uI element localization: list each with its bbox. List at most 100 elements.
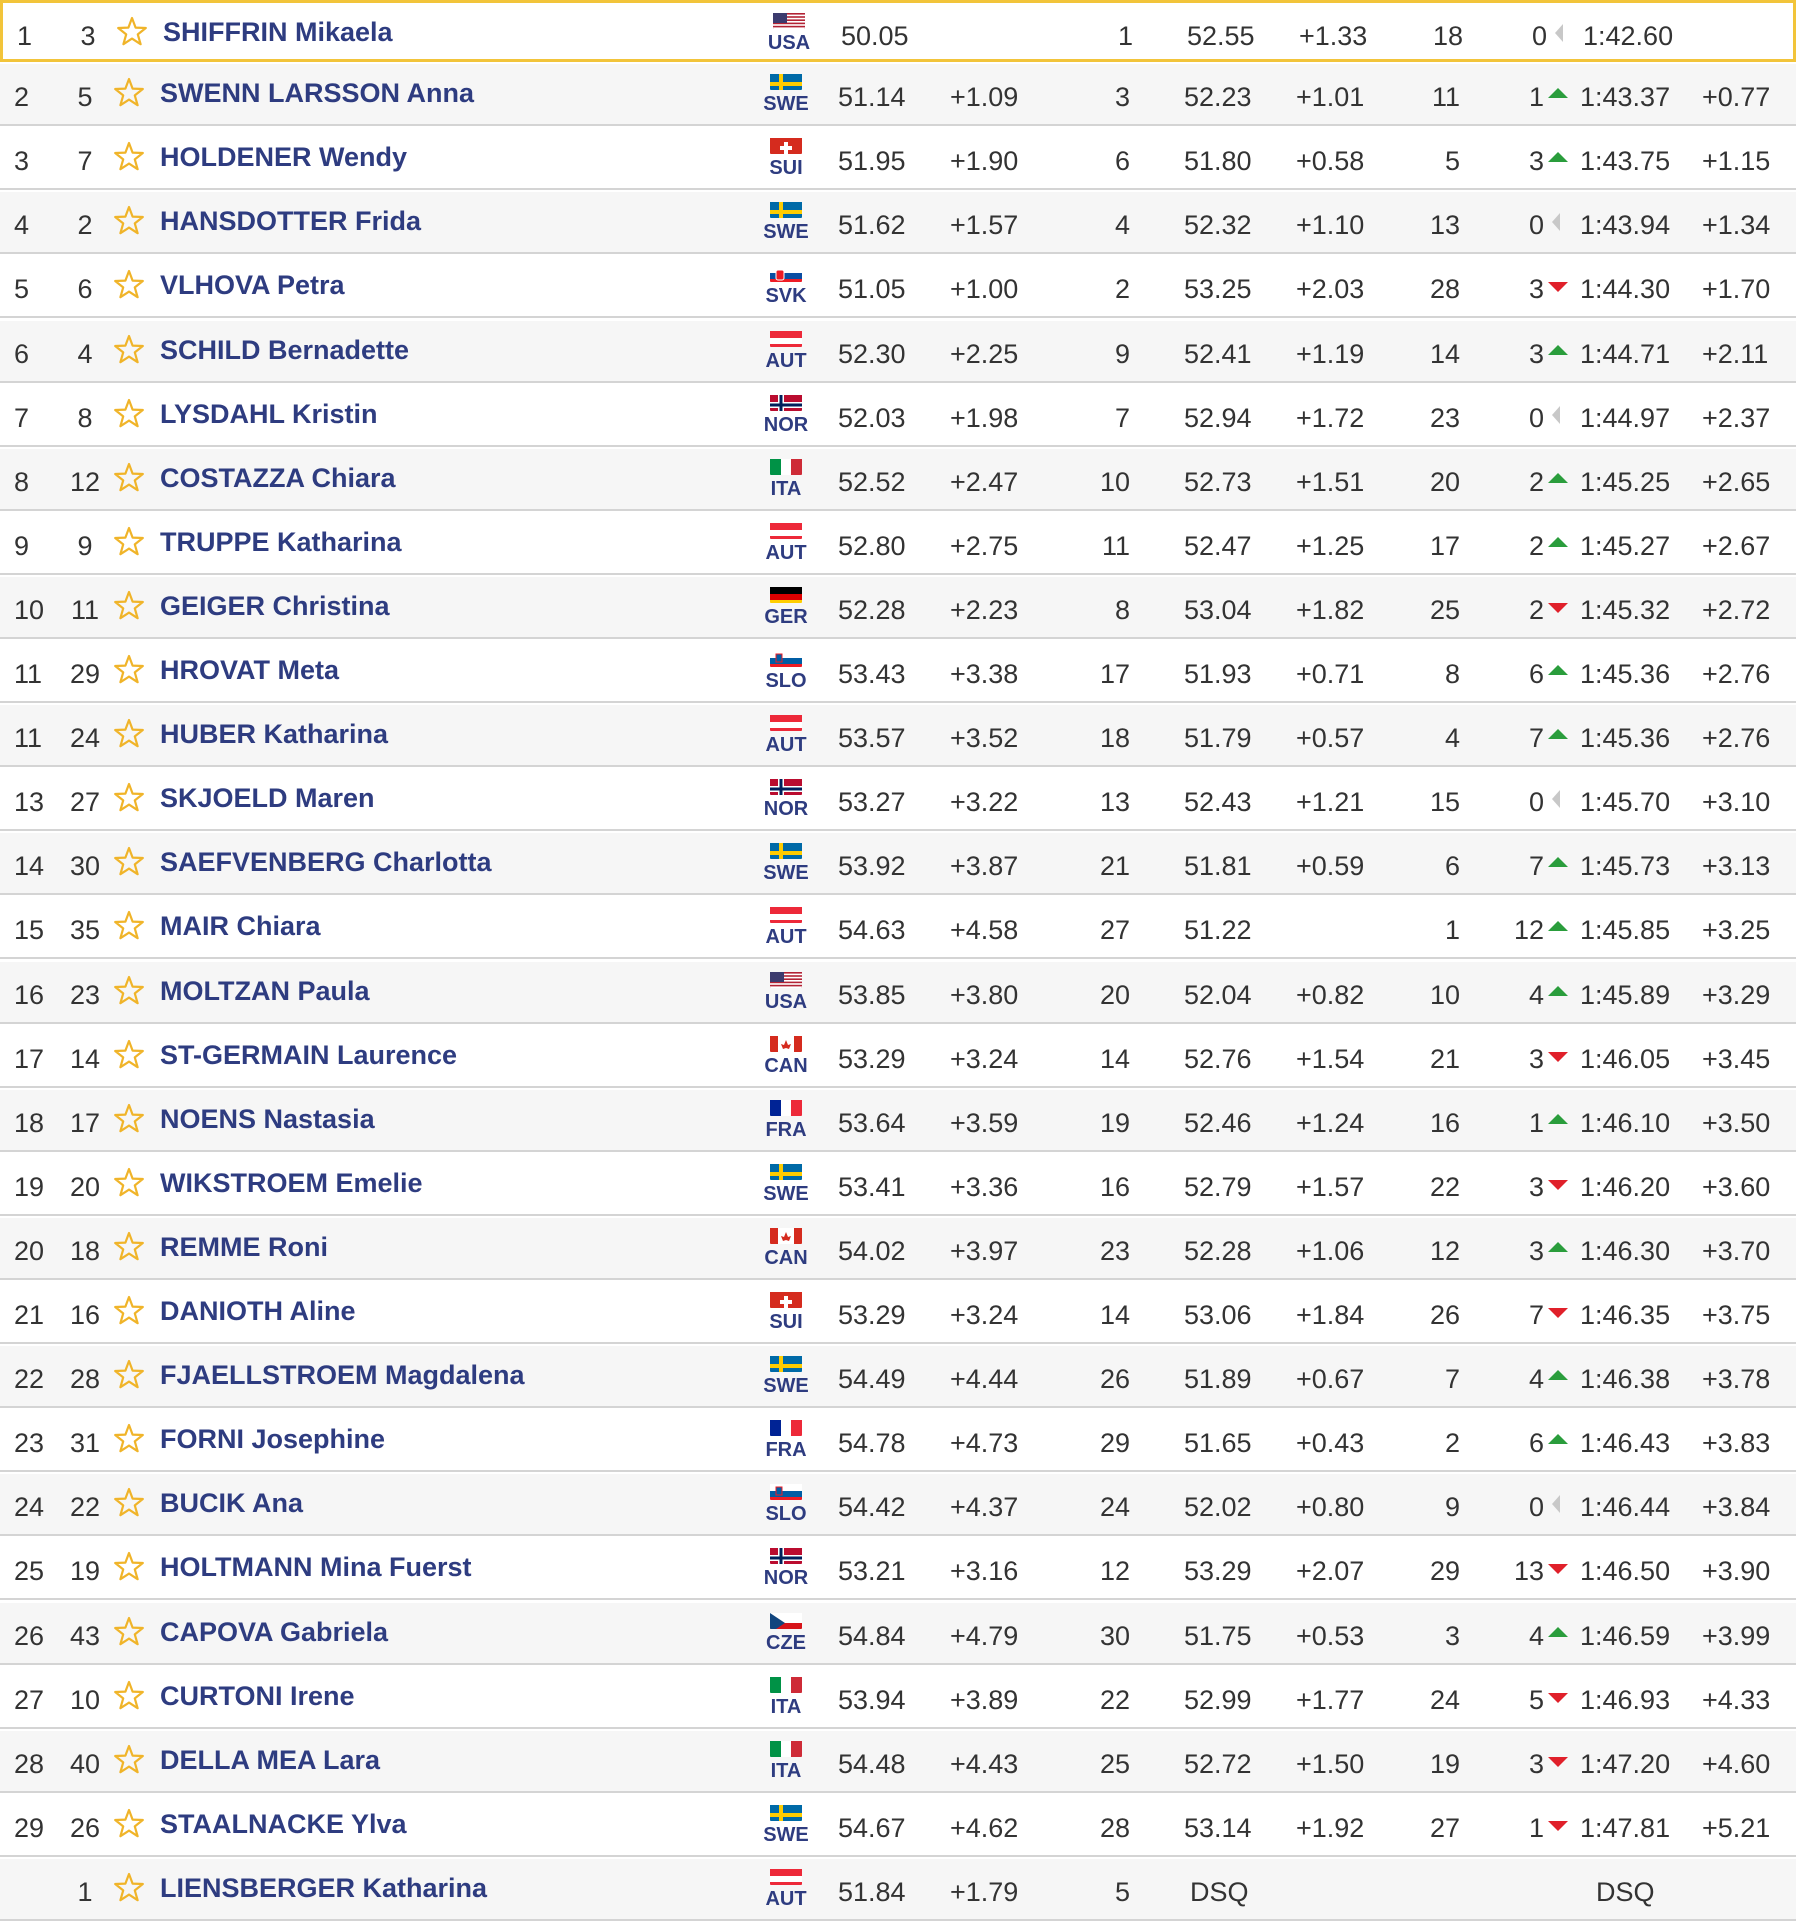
table-row[interactable]: 11 24 HUBER Katharina AUT 53.57 +3.52 18 51.79 +… (0, 705, 1796, 768)
star-icon[interactable] (112, 653, 146, 687)
star-icon[interactable] (112, 781, 146, 815)
athlete-name-link[interactable]: VLHOVA Petra (160, 256, 345, 318)
star-icon[interactable] (112, 1486, 146, 1520)
athlete-name-link[interactable]: FJAELLSTROEM Magdalena (160, 1346, 525, 1408)
athlete-name-link[interactable]: HROVAT Meta (160, 641, 339, 703)
star-icon[interactable] (112, 1358, 146, 1392)
star-icon[interactable] (112, 1743, 146, 1777)
star-icon[interactable] (112, 1679, 146, 1713)
star-icon[interactable] (112, 1166, 146, 1200)
star-icon[interactable] (112, 76, 146, 110)
athlete-name-link[interactable]: MAIR Chiara (160, 897, 321, 959)
star-icon[interactable] (112, 845, 146, 879)
table-row[interactable]: 26 43 CAPOVA Gabriela CZE 54.84 +4.79 30 51.75 +… (0, 1602, 1796, 1665)
athlete-name-link[interactable]: HOLTMANN Mina Fuerst (160, 1538, 472, 1600)
athlete-name-link[interactable]: HOLDENER Wendy (160, 128, 407, 190)
star-icon[interactable] (112, 1294, 146, 1328)
table-row[interactable]: 29 26 STAALNACKE Ylva SWE 54.67 +4.62 28 53.14 +… (0, 1794, 1796, 1857)
total-time: 1:45.36 (1580, 659, 1671, 689)
athlete-name-link[interactable]: BUCIK Ana (160, 1474, 303, 1536)
table-row[interactable]: 23 31 FORNI Josephine FRA 54.78 +4.73 29 51.65 +… (0, 1410, 1796, 1473)
table-row[interactable]: 9 9 TRUPPE Katharina AUT 52.80 +2.75 11 52.47 +1… (0, 512, 1796, 575)
table-row[interactable]: 8 12 COSTAZZA Chiara ITA 52.52 +2.47 10 52.73 +1… (0, 448, 1796, 511)
run2-time: 52.32 (1184, 210, 1252, 241)
bib-cell: 9 (77, 530, 93, 561)
table-row[interactable]: 18 17 NOENS Nastasia FRA 53.64 +3.59 19 52.46 +1… (0, 1089, 1796, 1152)
run2-time: 52.04 (1184, 979, 1252, 1010)
athlete-name-link[interactable]: REMME Roni (160, 1218, 328, 1280)
star-icon[interactable] (112, 1038, 146, 1072)
athlete-name-link[interactable]: MOLTZAN Paula (160, 962, 370, 1024)
star-icon[interactable] (112, 909, 146, 943)
position-change: 3 (1528, 338, 1544, 369)
table-row[interactable]: 13 27 SKJOELD Maren NOR 53.27 +3.22 13 52.43 +1.… (0, 769, 1796, 832)
star-icon[interactable] (112, 1807, 146, 1841)
table-row[interactable]: 14 30 SAEFVENBERG Charlotta SWE 53.92 +3.87 21… (0, 833, 1796, 896)
table-row[interactable]: 6 4 SCHILD Bernadette AUT 52.30 +2.25 9 52.41 +1… (0, 320, 1796, 383)
nation-cell: CZE (762, 1609, 810, 1663)
table-row[interactable]: 27 10 CURTONI Irene ITA 53.94 +3.89 22 52.99 +1.… (0, 1666, 1796, 1729)
run1-diff: +3.97 (950, 1235, 1019, 1266)
table-row[interactable]: 1 3 SHIFFRIN Mikaela USA 50.05 1 52.55 +1.33 18 0… (0, 0, 1796, 62)
star-icon[interactable] (112, 974, 146, 1008)
star-icon[interactable] (112, 717, 146, 751)
table-row[interactable]: 11 29 HROVAT Meta SLO 53.43 +3.38 17 51.93 +0.71… (0, 641, 1796, 703)
athlete-name-link[interactable]: SAEFVENBERG Charlotta (160, 833, 492, 895)
star-icon[interactable] (112, 525, 146, 559)
table-row[interactable]: 4 2 HANSDOTTER Frida SWE 51.62 +1.57 4 52.32 +1.… (0, 192, 1796, 255)
table-row[interactable]: 15 35 MAIR Chiara AUT 54.63 +4.58 27 51.22 1 12 1:… (0, 897, 1796, 960)
table-row[interactable]: 24 22 BUCIK Ana SLO 54.42 +4.37 24 52.02 +0.80 9 0… (0, 1474, 1796, 1537)
athlete-name-link[interactable]: DANIOTH Aline (160, 1282, 356, 1344)
table-row[interactable]: 7 8 LYSDAHL Kristin NOR 52.03 +1.98 7 52.94 +1.7… (0, 384, 1796, 447)
table-row[interactable]: 21 16 DANIOTH Aline SUI 53.29 +3.24 14 53.06 +1.… (0, 1282, 1796, 1344)
athlete-name-link[interactable]: STAALNACKE Ylva (160, 1795, 407, 1857)
run2-diff: +1.51 (1296, 466, 1365, 497)
athlete-name-link[interactable]: HANSDOTTER Frida (160, 192, 421, 254)
table-row[interactable]: 2 5 SWENN LARSSON Anna SWE 51.14 +1.09 3 52.23 +… (0, 64, 1796, 127)
athlete-name-link[interactable]: HUBER Katharina (160, 705, 388, 767)
star-icon[interactable] (112, 333, 146, 367)
athlete-name-link[interactable]: TRUPPE Katharina (160, 513, 402, 575)
star-icon[interactable] (112, 204, 146, 238)
table-row[interactable]: 20 18 REMME Roni CAN 54.02 +3.97 23 52.28 +1.06 1… (0, 1217, 1796, 1280)
athlete-name-link[interactable]: CAPOVA Gabriela (160, 1603, 388, 1665)
star-icon[interactable] (112, 1871, 146, 1905)
table-row[interactable]: 5 6 VLHOVA Petra SVK 51.05 +1.00 2 53.25 +2.03 28… (0, 256, 1796, 319)
star-icon[interactable] (112, 397, 146, 431)
star-icon[interactable] (112, 1102, 146, 1136)
table-row[interactable]: 22 28 FJAELLSTROEM Magdalena SWE 54.49 +4.44 2… (0, 1346, 1796, 1409)
star-icon[interactable] (112, 1422, 146, 1456)
star-icon[interactable] (112, 268, 146, 302)
athlete-name-link[interactable]: COSTAZZA Chiara (160, 449, 396, 511)
table-row[interactable]: 25 19 HOLTMANN Mina Fuerst NOR 53.21 +3.16 12 5… (0, 1538, 1796, 1601)
athlete-name-link[interactable]: SHIFFRIN Mikaela (163, 3, 393, 65)
athlete-name-link[interactable]: SKJOELD Maren (160, 769, 375, 831)
athlete-name-link[interactable]: WIKSTROEM Emelie (160, 1154, 423, 1216)
athlete-name-link[interactable]: LYSDAHL Kristin (160, 385, 378, 447)
total-time: 1:43.75 (1580, 146, 1671, 177)
athlete-name-link[interactable]: ST-GERMAIN Laurence (160, 1026, 457, 1088)
table-row[interactable]: 3 7 HOLDENER Wendy SUI 51.95 +1.90 6 51.80 +0.58… (0, 128, 1796, 191)
athlete-name-link[interactable]: DELLA MEA Lara (160, 1731, 380, 1793)
star-icon[interactable] (112, 1550, 146, 1584)
athlete-name-link[interactable]: LIENSBERGER Katharina (160, 1859, 487, 1921)
athlete-name-link[interactable]: SWENN LARSSON Anna (160, 64, 474, 126)
athlete-name-link[interactable]: GEIGER Christina (160, 577, 390, 639)
star-icon[interactable] (112, 589, 146, 623)
table-row[interactable]: 10 11 GEIGER Christina GER 52.28 +2.23 8 53.04 +… (0, 576, 1796, 639)
star-icon[interactable] (115, 15, 149, 49)
triangle-down-icon (1546, 1685, 1570, 1709)
athlete-name-link[interactable]: SCHILD Bernadette (160, 321, 409, 383)
athlete-name-link[interactable]: FORNI Josephine (160, 1410, 385, 1472)
star-icon[interactable] (112, 461, 146, 495)
athlete-name-link[interactable]: NOENS Nastasia (160, 1090, 375, 1152)
table-row[interactable]: 17 14 ST-GERMAIN Laurence CAN 53.29 +3.24 14 52… (0, 1025, 1796, 1088)
table-row[interactable]: 19 20 WIKSTROEM Emelie SWE 53.41 +3.36 16 52.79… (0, 1153, 1796, 1216)
athlete-name-link[interactable]: CURTONI Irene (160, 1667, 355, 1729)
star-icon[interactable] (112, 140, 146, 174)
star-icon[interactable] (112, 1230, 146, 1264)
table-row[interactable]: 16 23 MOLTZAN Paula USA 53.85 +3.80 20 52.04 +0.… (0, 961, 1796, 1024)
table-row[interactable]: 1 LIENSBERGER Katharina AUT 51.84 +1.79 5 DSQ D… (0, 1858, 1796, 1921)
table-row[interactable]: 28 40 DELLA MEA Lara ITA 54.48 +4.43 25 52.72 +1… (0, 1730, 1796, 1793)
star-icon[interactable] (112, 1615, 146, 1649)
